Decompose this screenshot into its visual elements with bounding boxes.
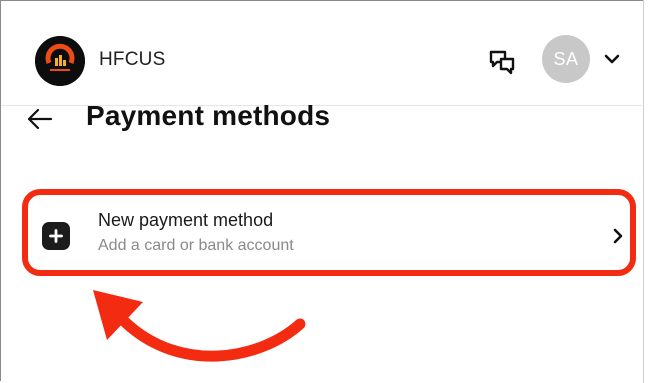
plus-icon [42,222,70,250]
chat-button[interactable] [485,45,519,79]
scrollbar-gutter[interactable] [643,0,653,383]
user-avatar[interactable]: SA [542,35,590,83]
page-title: Payment methods [86,100,331,131]
chat-bubbles-icon [489,50,515,75]
option-title: New payment method [98,210,274,230]
org-name: HFCUS [99,49,166,70]
option-subtitle: Add a card or bank account [98,237,294,254]
org-logo[interactable] [35,36,85,86]
back-button[interactable] [26,105,54,133]
logo-mark-icon [35,36,85,86]
top-bar: HFCUS SA [1,1,642,106]
arrow-left-icon [27,108,53,130]
chevron-right-icon [607,225,629,247]
account-menu-toggle[interactable] [601,48,623,70]
new-payment-method-option[interactable]: New payment method Add a card or bank ac… [32,197,632,269]
chevron-down-icon [604,54,620,64]
